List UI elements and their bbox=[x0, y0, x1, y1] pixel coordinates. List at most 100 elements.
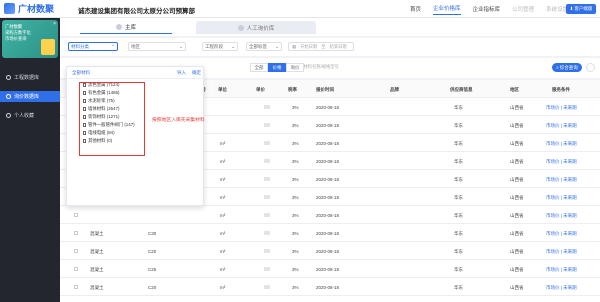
cell-supplier: 华东 bbox=[454, 105, 463, 110]
client-version-button[interactable]: ⬇ 客户端版 bbox=[566, 4, 596, 14]
top-nav: 首页 企业价格库 企业指标库 公司管理 系统设置 bbox=[410, 0, 568, 18]
dropdown-actions: 导入 确定 bbox=[177, 70, 201, 76]
confirm-button[interactable]: 确定 bbox=[192, 70, 201, 76]
tab-label: 人工询价库 bbox=[246, 25, 275, 32]
cell-region: 山西省 bbox=[510, 231, 524, 236]
logo[interactable]: 广材数聚 bbox=[4, 2, 54, 15]
all-materials-option[interactable]: 全部材料 bbox=[72, 70, 90, 76]
th-brand: 品牌 bbox=[390, 87, 399, 92]
dropdown-header: 全部材料 导入 确定 bbox=[67, 67, 205, 79]
cell-supplier: 华东 bbox=[454, 213, 463, 218]
cell-tax: 3% bbox=[292, 231, 299, 236]
search-button[interactable]: ⌕ 综合查询 bbox=[552, 63, 582, 72]
cell-name: 混凝土 bbox=[90, 267, 104, 272]
th-unit: 单位 bbox=[218, 87, 227, 92]
cell-date: 2020-08-18 bbox=[316, 213, 340, 218]
date-to: 结束日期 bbox=[329, 43, 347, 49]
logo-icon bbox=[4, 3, 15, 14]
highlight-box bbox=[79, 82, 145, 156]
cell-region: 山西省 bbox=[510, 141, 524, 146]
cell-service-link[interactable]: 市场价 | 未来期 bbox=[546, 213, 577, 219]
cell-price bbox=[264, 105, 270, 109]
segment-inquiry[interactable]: 询价 bbox=[286, 63, 304, 72]
cell-date: 2020-08-18 bbox=[316, 177, 340, 182]
table-row[interactable]: m³ 3% 2020-08-18 华东 山西省 市场价 | 未来期 bbox=[60, 206, 600, 224]
date-range-input[interactable]: ▦ 开始日期 至 结束日期 bbox=[288, 42, 354, 51]
cell-service-link[interactable]: 市场价 | 未来期 bbox=[546, 249, 577, 255]
logo-text: 广材数聚 bbox=[18, 4, 55, 14]
cell-service-link[interactable]: 市场价 | 未来期 bbox=[546, 267, 577, 273]
promo-banner[interactable]: × 广材数聚 采购方数字化 市场价查询 bbox=[2, 20, 58, 58]
region-select[interactable]: 地区 ⌄ bbox=[128, 42, 186, 51]
sidebar-item-projects[interactable]: 工程数据库 bbox=[0, 72, 60, 83]
cell-spec: C20 bbox=[148, 249, 157, 254]
th-region: 地区 bbox=[510, 87, 519, 92]
table-row[interactable]: 混凝土 C25 m³ 3% 2020-08-18 华东 山西省 市场价 | 未来… bbox=[60, 260, 600, 278]
sidebar-item-favorites[interactable]: 个人收藏 bbox=[0, 110, 60, 121]
tab-manual-inquiry[interactable]: 人工询价库 bbox=[196, 21, 316, 34]
chevron-up-icon: ⌃ bbox=[111, 43, 115, 49]
cell-tax: 3% bbox=[292, 249, 299, 254]
promo-illustration bbox=[41, 39, 55, 55]
row-checkbox[interactable] bbox=[74, 267, 78, 271]
document-icon bbox=[6, 94, 11, 99]
filter-bar: 材料分类 ⌃ 地区 ⌄ 工程阶段 ⌄ 全部标签 ⌄ ▦ 开始日期 至 结束日期 bbox=[60, 38, 600, 56]
cell-spec: C20 bbox=[148, 285, 157, 290]
sidebar-item-inquiry[interactable]: 询价数据库 bbox=[0, 91, 60, 102]
cell-price bbox=[264, 231, 270, 235]
cell-price bbox=[264, 213, 270, 217]
more-icon[interactable] bbox=[586, 63, 595, 72]
stage-select[interactable]: 工程阶段 ⌄ bbox=[202, 42, 238, 51]
user-icon bbox=[6, 113, 11, 118]
cell-service-link[interactable]: 市场价 | 未来期 bbox=[546, 159, 577, 165]
select-value: 材料分类 bbox=[71, 43, 89, 49]
cell-unit: m³ bbox=[220, 195, 226, 200]
row-checkbox[interactable] bbox=[74, 285, 78, 289]
import-button[interactable]: 导入 bbox=[177, 70, 186, 76]
tag-select[interactable]: 全部标签 ⌄ bbox=[246, 42, 282, 51]
cell-price bbox=[264, 141, 270, 145]
cell-supplier: 华东 bbox=[454, 195, 463, 200]
cell-service-link[interactable]: 市场价 | 未来期 bbox=[546, 123, 577, 129]
table-row[interactable]: 混凝土 C20 m³ 3% 2020-08-18 华东 山西省 市场价 | 未来… bbox=[60, 278, 600, 296]
nav-item-home[interactable]: 首页 bbox=[410, 5, 421, 13]
person-icon bbox=[237, 24, 244, 31]
row-checkbox[interactable] bbox=[74, 249, 78, 253]
segment-price[interactable]: 价格 bbox=[268, 63, 286, 72]
cell-spec: C30 bbox=[148, 231, 157, 236]
cell-date: 2020-08-18 bbox=[316, 105, 340, 110]
table-row[interactable]: 混凝土 C30 m³ 3% 2020-08-18 华东 山西省 市场价 | 未来… bbox=[60, 224, 600, 242]
search-label: 综合查询 bbox=[559, 64, 578, 70]
cell-supplier: 华东 bbox=[454, 177, 463, 182]
cell-service-link[interactable]: 市场价 | 未来期 bbox=[546, 141, 577, 147]
cell-name: 混凝土 bbox=[90, 249, 104, 254]
cell-price bbox=[264, 285, 270, 289]
cell-supplier: 华东 bbox=[454, 285, 463, 290]
cell-service-link[interactable]: 市场价 | 未来期 bbox=[546, 231, 577, 237]
table-row[interactable]: 混凝土 C20 m³ 3% 2020-08-18 华东 山西省 市场价 | 未来… bbox=[60, 242, 600, 260]
nav-item-price-library[interactable]: 企业价格库 bbox=[433, 4, 461, 15]
th-service: 服务条件 bbox=[552, 87, 570, 92]
cell-service-link[interactable]: 市场价 | 未来期 bbox=[546, 177, 577, 183]
row-checkbox[interactable] bbox=[74, 231, 78, 235]
library-tabs: 主库 人工询价库 bbox=[60, 18, 600, 36]
cell-region: 山西省 bbox=[510, 159, 524, 164]
chevron-down-icon: ⌄ bbox=[179, 43, 183, 49]
tab-label: 主库 bbox=[124, 25, 136, 31]
cell-price bbox=[264, 267, 270, 271]
nav-item-company[interactable]: 公司管理 bbox=[512, 5, 534, 13]
material-category-select[interactable]: 材料分类 ⌃ bbox=[68, 42, 118, 51]
nav-item-settings[interactable]: 系统设置 bbox=[546, 5, 568, 13]
cell-date: 2020-08-18 bbox=[316, 141, 340, 146]
cell-service-link[interactable]: 市场价 | 未来期 bbox=[546, 195, 577, 201]
cell-unit: m³ bbox=[220, 285, 226, 290]
close-icon[interactable]: × bbox=[53, 21, 56, 27]
row-checkbox[interactable] bbox=[74, 213, 78, 217]
tab-main-library[interactable]: 主库 bbox=[80, 21, 172, 34]
cell-region: 山西省 bbox=[510, 267, 524, 272]
cell-service-link[interactable]: 市场价 | 未来期 bbox=[546, 105, 577, 111]
cell-service-link[interactable]: 市场价 | 未来期 bbox=[546, 285, 577, 291]
cell-date: 2020-08-18 bbox=[316, 285, 340, 290]
nav-item-index-library[interactable]: 企业指标库 bbox=[473, 5, 501, 13]
segment-all[interactable]: 全部 bbox=[250, 63, 268, 72]
